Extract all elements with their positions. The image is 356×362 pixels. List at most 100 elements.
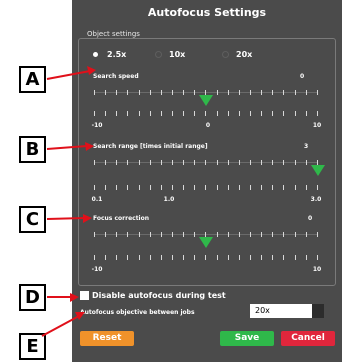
tick-mark xyxy=(261,255,263,260)
tick-mark xyxy=(238,160,240,165)
tick-mark xyxy=(105,255,107,260)
tick-mark xyxy=(283,185,285,190)
radio-dot-icon xyxy=(155,50,162,58)
tick-mark xyxy=(216,232,218,237)
search-range-label: Search range [times initial range] xyxy=(93,143,208,150)
tick-mark xyxy=(183,111,185,116)
search-speed-max-label: 10 xyxy=(312,122,322,129)
tick-mark xyxy=(305,232,307,237)
tick-mark xyxy=(294,255,296,260)
tick-mark xyxy=(183,232,185,237)
tick-mark xyxy=(149,232,151,237)
tick-mark xyxy=(272,255,274,260)
tick-mark xyxy=(305,255,307,260)
tick-mark xyxy=(127,232,129,237)
tick-mark xyxy=(272,232,274,237)
tick-mark xyxy=(94,160,95,165)
dropdown-arrow-icon[interactable] xyxy=(312,304,324,318)
reset-button[interactable]: Reset xyxy=(80,331,134,346)
cancel-button[interactable]: Cancel xyxy=(281,331,335,346)
tick-mark xyxy=(183,255,185,260)
tick-mark xyxy=(127,185,129,190)
dialog-title: Autofocus Settings xyxy=(147,6,267,19)
tick-mark xyxy=(249,160,251,165)
tick-mark xyxy=(171,255,173,260)
tick-mark xyxy=(194,160,196,165)
tick-mark xyxy=(116,111,118,116)
search-speed-value: 0 xyxy=(300,73,305,80)
search-range-max-label: 3.0 xyxy=(310,196,322,203)
tick-mark xyxy=(316,232,318,237)
tick-mark xyxy=(294,160,296,165)
annotation-c: C xyxy=(19,206,46,233)
tick-mark xyxy=(105,160,107,165)
radio-10x[interactable]: 10x xyxy=(155,48,185,60)
tick-mark xyxy=(238,185,240,190)
tick-mark xyxy=(149,90,151,95)
tick-mark xyxy=(249,90,251,95)
tick-mark xyxy=(272,111,274,116)
tick-mark xyxy=(238,255,240,260)
radio-20x[interactable]: 20x xyxy=(222,48,252,60)
tick-mark xyxy=(261,160,263,165)
search-range-min-label: 0.1 xyxy=(91,196,103,203)
tick-mark xyxy=(316,90,318,95)
radio-dot-icon xyxy=(222,50,229,58)
search-range-value: 3 xyxy=(304,143,309,150)
tick-mark xyxy=(227,160,229,165)
focus-correction-min-label: -10 xyxy=(91,266,103,273)
search-speed-label: Search speed xyxy=(93,73,139,80)
tick-mark xyxy=(138,232,140,237)
tick-mark xyxy=(294,90,296,95)
focus-correction-thumb[interactable] xyxy=(199,237,213,248)
tick-mark xyxy=(127,111,129,116)
disable-autofocus-checkbox[interactable]: Disable autofocus during test xyxy=(80,291,226,300)
tick-mark xyxy=(294,111,296,116)
tick-mark xyxy=(305,90,307,95)
focus-correction-max-label: 10 xyxy=(312,266,322,273)
checkbox-box[interactable] xyxy=(80,291,89,300)
tick-mark xyxy=(105,90,107,95)
tick-mark xyxy=(94,90,95,95)
search-speed-thumb[interactable] xyxy=(199,95,213,106)
tick-mark xyxy=(261,111,263,116)
tick-mark xyxy=(205,255,207,260)
tick-mark xyxy=(316,111,318,116)
search-range-mid-label: 1.0 xyxy=(163,196,175,203)
focus-correction-label: Focus correction xyxy=(93,215,150,222)
tick-mark xyxy=(149,255,151,260)
tick-mark xyxy=(205,185,207,190)
tick-mark xyxy=(171,111,173,116)
tick-mark xyxy=(216,185,218,190)
tick-mark xyxy=(171,160,173,165)
focus-correction-value: 0 xyxy=(308,215,313,222)
tick-mark xyxy=(272,185,274,190)
tick-mark xyxy=(283,90,285,95)
tick-mark xyxy=(116,255,118,260)
tick-mark xyxy=(283,255,285,260)
search-range-thumb[interactable] xyxy=(311,165,325,176)
tick-mark xyxy=(183,185,185,190)
save-button[interactable]: Save xyxy=(220,331,274,346)
tick-mark xyxy=(249,232,251,237)
tick-mark xyxy=(227,90,229,95)
tick-mark xyxy=(272,90,274,95)
radio-2-5x[interactable]: 2.5x xyxy=(93,48,126,60)
tick-mark xyxy=(227,111,229,116)
tick-mark xyxy=(283,160,285,165)
tick-mark xyxy=(105,111,107,116)
object-settings-label: Object settings xyxy=(85,30,142,38)
tick-mark xyxy=(238,232,240,237)
tick-mark xyxy=(116,160,118,165)
search-speed-mid-label: 0 xyxy=(205,122,211,129)
tick-mark xyxy=(138,185,140,190)
radio-label: 20x xyxy=(236,49,253,59)
search-range-ticks-bottom xyxy=(94,185,318,190)
tick-mark xyxy=(238,90,240,95)
autofocus-objective-label: Autofocus objective between jobs xyxy=(80,309,195,316)
tick-mark xyxy=(294,232,296,237)
tick-mark xyxy=(316,255,318,260)
tick-mark xyxy=(94,111,95,116)
search-speed-ticks-bottom xyxy=(94,111,318,116)
tick-mark xyxy=(194,185,196,190)
